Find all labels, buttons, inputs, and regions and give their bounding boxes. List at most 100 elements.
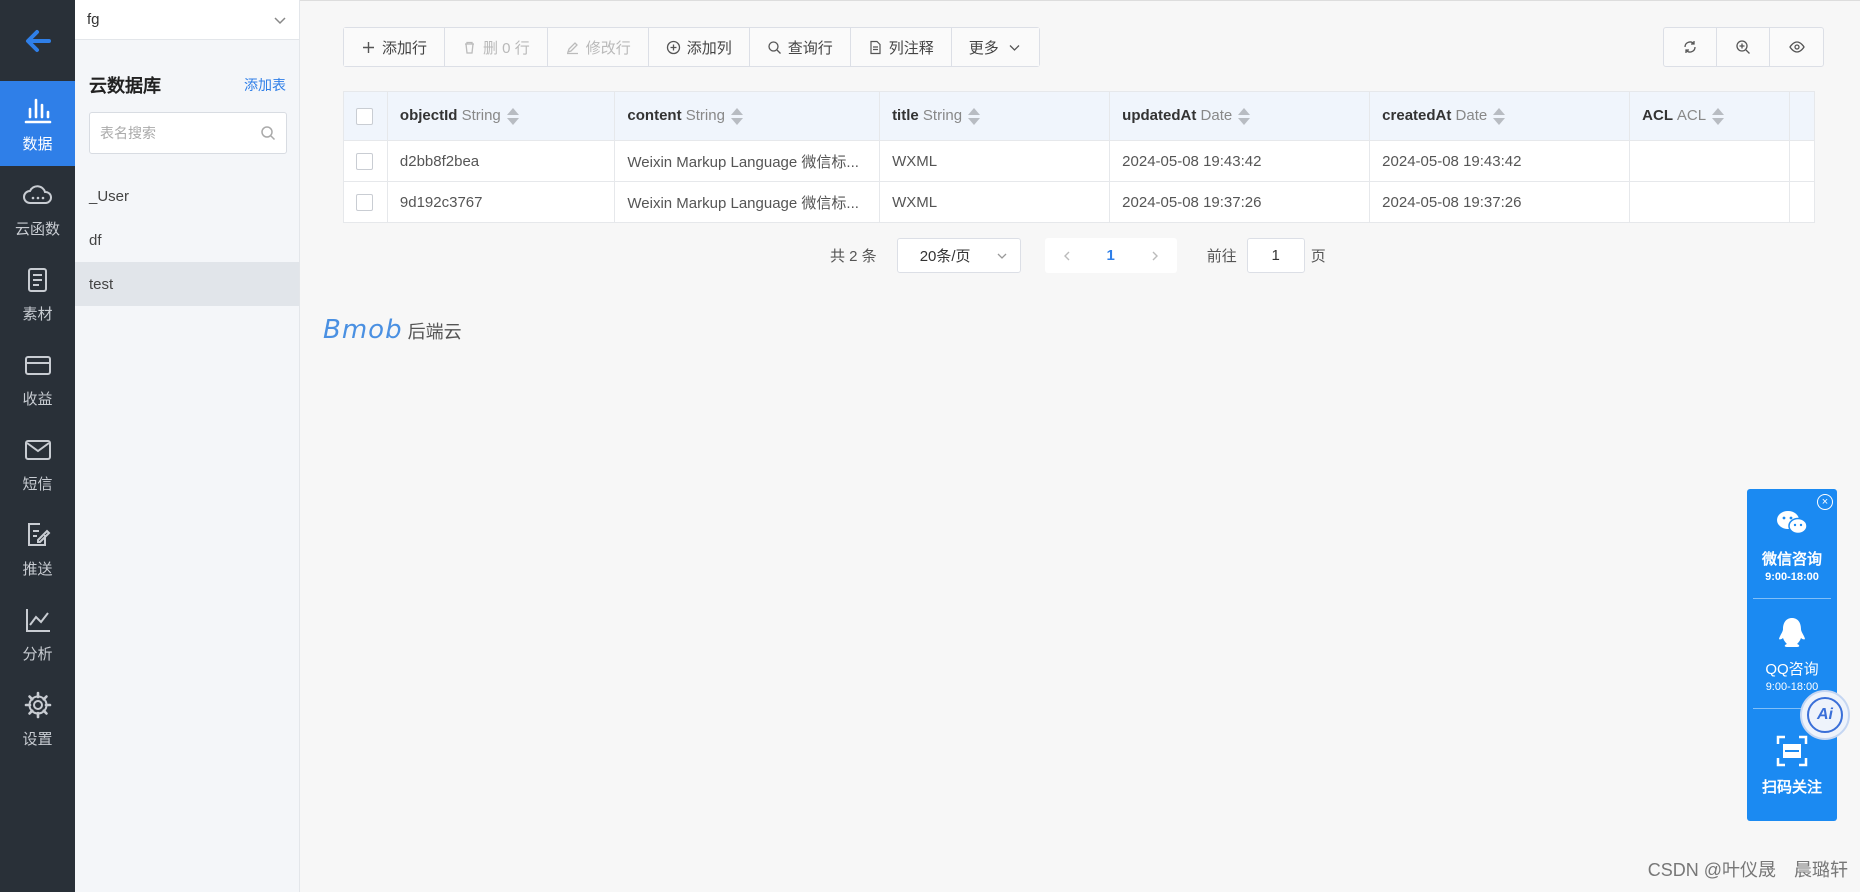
- search-icon[interactable]: [260, 125, 276, 141]
- table-header-row: objectId String content String title Str…: [343, 91, 1816, 141]
- page-number-current[interactable]: 1: [1089, 238, 1133, 273]
- zoom-in-button[interactable]: [1717, 28, 1770, 66]
- column-name: content: [627, 107, 682, 125]
- close-icon[interactable]: ×: [1817, 494, 1833, 510]
- back-button[interactable]: [0, 0, 75, 81]
- edit-row-button[interactable]: 修改行: [547, 28, 649, 66]
- rail-item-cloud-function[interactable]: 云函数: [0, 166, 75, 251]
- pagination: 共 2 条 20条/页 1 前往 1 页: [830, 238, 1326, 273]
- rail-item-analytics[interactable]: 分析: [0, 591, 75, 676]
- chevron-down-icon: [1009, 44, 1020, 51]
- table-cell[interactable]: 2024-05-08 19:37:26: [1109, 181, 1371, 223]
- eye-icon: [1788, 41, 1805, 53]
- sort-icon[interactable]: [1493, 107, 1506, 125]
- row-checkbox[interactable]: [356, 152, 373, 170]
- add-table-link[interactable]: 添加表: [244, 75, 286, 95]
- sort-icon[interactable]: [1712, 107, 1725, 125]
- search-icon: [768, 40, 781, 54]
- table-cell[interactable]: Weixin Markup Language 微信标...: [614, 181, 881, 223]
- more-label: 更多: [968, 39, 999, 57]
- add-column-label: 添加列: [686, 39, 732, 57]
- table-row[interactable]: d2bb8f2bea Weixin Markup Language 微信标...…: [343, 140, 1816, 182]
- next-page-button[interactable]: [1133, 238, 1177, 273]
- add-column-button[interactable]: 添加列: [648, 28, 750, 66]
- sort-icon[interactable]: [730, 107, 743, 125]
- column-header-acl[interactable]: ACL ACL: [1629, 91, 1790, 141]
- delete-rows-button[interactable]: 删 0 行: [445, 28, 548, 66]
- ai-assistant-button[interactable]: Ai: [1800, 690, 1850, 740]
- rail-item-data[interactable]: 数据: [0, 81, 75, 166]
- query-row-label: 查询行: [787, 39, 833, 57]
- table-toolbar: 添加行 删 0 行 修改行 添加列 查询行 列注释 更多: [343, 27, 1040, 67]
- table-cell[interactable]: [1629, 181, 1790, 223]
- select-all-checkbox[interactable]: [356, 107, 373, 125]
- table-cell[interactable]: 2024-05-08 19:43:42: [1109, 140, 1371, 182]
- main-content: 添加行 删 0 行 修改行 添加列 查询行 列注释 更多 objectId St…: [300, 0, 1860, 892]
- table-list-item[interactable]: df: [75, 218, 299, 262]
- goto-page-input[interactable]: 1: [1246, 238, 1305, 273]
- table-cell[interactable]: 2024-05-08 19:37:26: [1369, 181, 1631, 223]
- table-cell[interactable]: WXML: [879, 181, 1111, 223]
- rail-item-label: 数据: [22, 136, 53, 153]
- table-search-input[interactable]: [100, 125, 250, 141]
- table-cell[interactable]: [1629, 140, 1790, 182]
- rail-item-sms[interactable]: 短信: [0, 421, 75, 506]
- app-root: 数据 云函数 素材 收益 短信 推送 分析 设置 fg 云数据库 添加表 表名搜…: [0, 0, 1860, 892]
- column-notes-label: 列注释: [888, 39, 934, 57]
- data-table: objectId String content String title Str…: [343, 91, 1816, 223]
- table-list-item[interactable]: _User: [75, 174, 299, 218]
- rail-item-push[interactable]: 推送: [0, 506, 75, 591]
- page-nav: 1: [1044, 238, 1177, 273]
- cloud-icon: [22, 185, 52, 204]
- column-header-updatedat[interactable]: updatedAt Date: [1109, 91, 1371, 141]
- table-cell[interactable]: 2024-05-08 19:43:42: [1369, 140, 1631, 182]
- column-name: title: [892, 107, 919, 125]
- brand-logo-text: Bmob: [323, 315, 403, 345]
- column-notes-button[interactable]: 列注释: [850, 28, 952, 66]
- line-chart-icon: [25, 609, 50, 632]
- rail-item-settings[interactable]: 设置: [0, 676, 75, 761]
- column-header-content[interactable]: content String: [614, 91, 881, 141]
- column-name: ACL: [1642, 107, 1673, 125]
- sidebar-title: 云数据库: [89, 76, 161, 96]
- watermark: CSDN @叶仪晟 晨璐轩: [1647, 860, 1848, 880]
- table-cell[interactable]: Weixin Markup Language 微信标...: [614, 140, 881, 182]
- column-header-title[interactable]: title String: [879, 91, 1111, 141]
- row-select-cell: [343, 140, 388, 182]
- chevron-down-icon: [274, 16, 286, 24]
- table-cell[interactable]: 9d192c3767: [386, 181, 616, 223]
- table-cell[interactable]: d2bb8f2bea: [386, 140, 616, 182]
- view-button[interactable]: [1770, 28, 1823, 66]
- page-size-value: 20条/页: [919, 248, 971, 265]
- arrow-left-icon: [25, 29, 51, 52]
- table-cell[interactable]: WXML: [879, 140, 1111, 182]
- sort-icon[interactable]: [1238, 107, 1251, 125]
- sort-icon[interactable]: [968, 107, 981, 125]
- row-checkbox[interactable]: [356, 193, 373, 211]
- query-row-button[interactable]: 查询行: [749, 28, 851, 66]
- table-search: [89, 112, 287, 154]
- rail-item-label: 设置: [22, 731, 53, 748]
- rail-item-revenue[interactable]: 收益: [0, 336, 75, 421]
- wechat-icon: [1777, 511, 1808, 535]
- page-size-select[interactable]: 20条/页: [896, 238, 1021, 273]
- app-select[interactable]: fg: [75, 0, 299, 40]
- add-row-button[interactable]: 添加行: [344, 28, 446, 66]
- contact-panel: × 微信咨询 9:00-18:00 QQ咨询 9:00-18:00 扫码关注: [1747, 489, 1837, 821]
- sort-icon[interactable]: [506, 107, 519, 125]
- column-type: String: [461, 107, 501, 125]
- column-header-createdat[interactable]: createdAt Date: [1369, 91, 1631, 141]
- rail-item-label: 分析: [22, 646, 53, 663]
- goto-label: 前往: [1206, 248, 1237, 265]
- document-icon: [27, 268, 47, 292]
- refresh-button[interactable]: [1664, 28, 1717, 66]
- rail-item-materials[interactable]: 素材: [0, 251, 75, 336]
- app-select-value: fg: [87, 11, 100, 28]
- column-header-objectid[interactable]: objectId String: [386, 91, 616, 141]
- more-dropdown[interactable]: 更多: [951, 28, 1039, 66]
- table-row[interactable]: 9d192c3767 Weixin Markup Language 微信标...…: [343, 181, 1816, 223]
- prev-page-button[interactable]: [1045, 238, 1089, 273]
- table-list-item-selected[interactable]: test: [75, 262, 299, 306]
- icon-rail: 数据 云函数 素材 收益 短信 推送 分析 设置: [0, 0, 75, 892]
- qq-label: QQ咨询: [1765, 661, 1819, 678]
